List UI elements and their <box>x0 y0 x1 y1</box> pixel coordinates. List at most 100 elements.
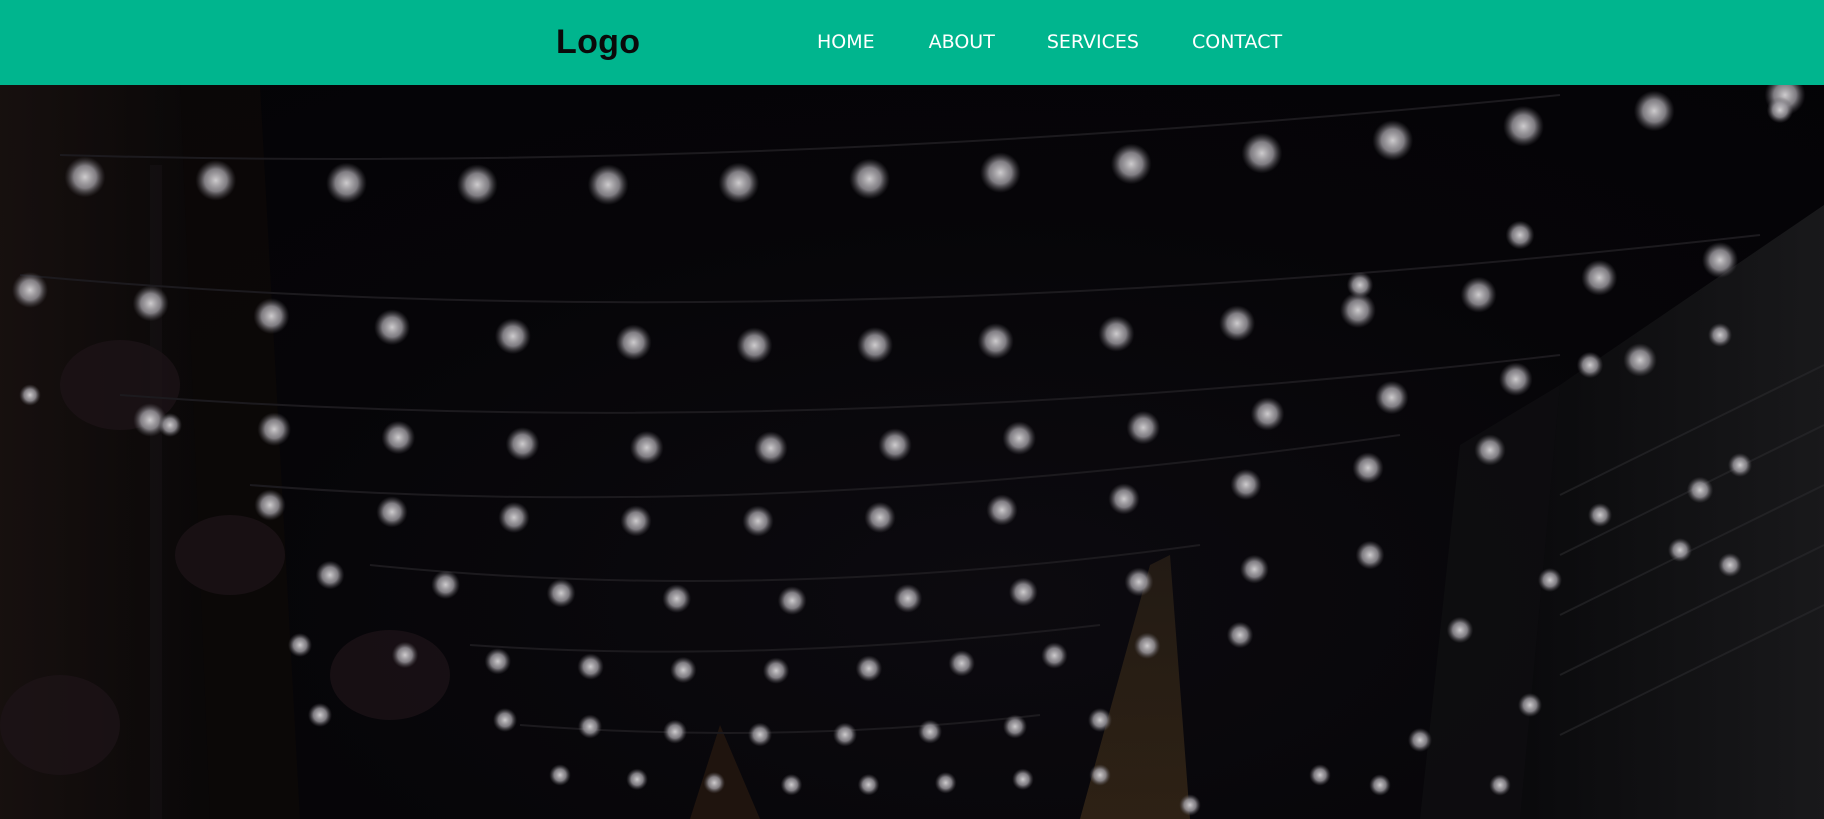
light-bulb <box>308 703 332 727</box>
nav-item-services: SERVICES <box>1047 30 1139 54</box>
light-bulb <box>857 773 880 796</box>
light-bulb <box>857 327 893 363</box>
hero-background-image <box>0 85 1824 819</box>
light-bulb <box>1702 242 1738 278</box>
light-bulb <box>1633 90 1675 132</box>
light-bulb <box>918 719 942 744</box>
light-bulb <box>1766 96 1794 124</box>
light-bulb <box>1126 410 1161 445</box>
light-bulb <box>577 653 604 680</box>
light-bulb <box>703 772 726 794</box>
light-bulb <box>158 413 182 437</box>
light-bulb <box>1041 642 1068 669</box>
light-bulb <box>1219 305 1256 342</box>
light-bulb <box>1240 554 1269 584</box>
light-bulb <box>1408 728 1432 752</box>
light-bulb <box>864 501 896 534</box>
light-bulb <box>456 164 498 205</box>
nav-item-contact: CONTACT <box>1192 30 1282 54</box>
light-bulb <box>587 164 629 206</box>
nav-menu: HOME ABOUT SERVICES CONTACT <box>817 30 1282 54</box>
light-bulb <box>1309 764 1331 786</box>
light-bulb <box>1623 343 1657 377</box>
light-bulb <box>1588 503 1612 527</box>
light-bulb <box>878 428 912 462</box>
light-bulb <box>253 298 290 335</box>
light-bulb <box>1108 483 1140 515</box>
light-bulb <box>855 655 883 682</box>
nav-link-contact[interactable]: CONTACT <box>1192 30 1282 54</box>
light-bulb <box>1241 132 1283 174</box>
light-bulb <box>1503 105 1544 147</box>
hero-section <box>0 85 1824 819</box>
light-bulb <box>1686 476 1714 504</box>
light-bulb <box>254 489 286 521</box>
light-bulb <box>762 657 790 684</box>
light-bulb <box>19 384 41 406</box>
light-bulb <box>505 427 540 461</box>
light-bulb <box>1372 120 1414 161</box>
light-bulb <box>578 714 602 739</box>
light-bulb <box>1668 538 1692 562</box>
light-bulb <box>1489 774 1511 796</box>
light-bulb <box>1474 434 1506 466</box>
light-bulb <box>1708 323 1732 347</box>
light-bulb <box>1226 621 1254 649</box>
light-bulb <box>1008 577 1038 607</box>
light-bulb <box>1446 616 1474 644</box>
light-bulb <box>1499 362 1533 397</box>
light-bulb <box>1369 774 1391 796</box>
light-bulb <box>1728 453 1752 477</box>
light-bulb <box>980 152 1021 193</box>
light-bulb <box>1110 143 1152 185</box>
light-bulb <box>1460 276 1497 313</box>
light-bulb <box>833 722 857 747</box>
light-bulb <box>1718 553 1742 577</box>
light-bulb <box>948 650 975 677</box>
light-bulb <box>1124 567 1154 597</box>
light-bulb <box>620 505 652 537</box>
light-bulb <box>1230 468 1262 501</box>
light-bulb <box>1355 540 1385 570</box>
light-bulb <box>1002 421 1036 455</box>
light-bulb <box>391 641 419 669</box>
light-bulb <box>934 772 957 794</box>
light-bulb <box>986 494 1018 526</box>
light-bulb <box>1374 380 1409 415</box>
light-bulb <box>1518 693 1542 717</box>
light-bulb <box>670 656 697 684</box>
light-bulb <box>736 327 773 364</box>
light-bulb <box>132 285 169 322</box>
light-bulb <box>498 501 530 534</box>
light-bulb <box>288 633 312 657</box>
light-bulb <box>1576 351 1604 379</box>
light-bulb <box>742 505 774 537</box>
nav-link-about[interactable]: ABOUT <box>929 30 995 54</box>
nav-link-home[interactable]: HOME <box>817 30 875 54</box>
light-bulb <box>977 323 1014 360</box>
light-bulb <box>1089 764 1111 786</box>
light-bulb <box>615 324 652 361</box>
light-bulb <box>662 584 692 613</box>
light-bulb <box>1505 220 1535 250</box>
site-logo[interactable]: Logo <box>556 22 640 62</box>
light-bulb <box>629 430 664 465</box>
light-bulb <box>663 719 687 744</box>
light-bulb <box>493 708 517 732</box>
light-bulb <box>64 156 106 198</box>
light-bulb <box>549 764 571 786</box>
light-bulb <box>376 496 408 528</box>
light-bulb <box>1134 632 1161 659</box>
light-bulb <box>484 648 511 675</box>
light-bulb <box>195 159 237 201</box>
light-bulb <box>626 768 648 791</box>
light-bulb <box>1098 315 1135 352</box>
light-bulb <box>1250 397 1285 431</box>
light-bulb <box>546 578 576 608</box>
nav-link-services[interactable]: SERVICES <box>1047 30 1139 54</box>
light-bulb <box>754 431 788 465</box>
light-bulb <box>893 584 923 613</box>
alley-buildings <box>0 85 1824 819</box>
light-bulb <box>12 272 48 308</box>
nav-item-home: HOME <box>817 30 875 54</box>
